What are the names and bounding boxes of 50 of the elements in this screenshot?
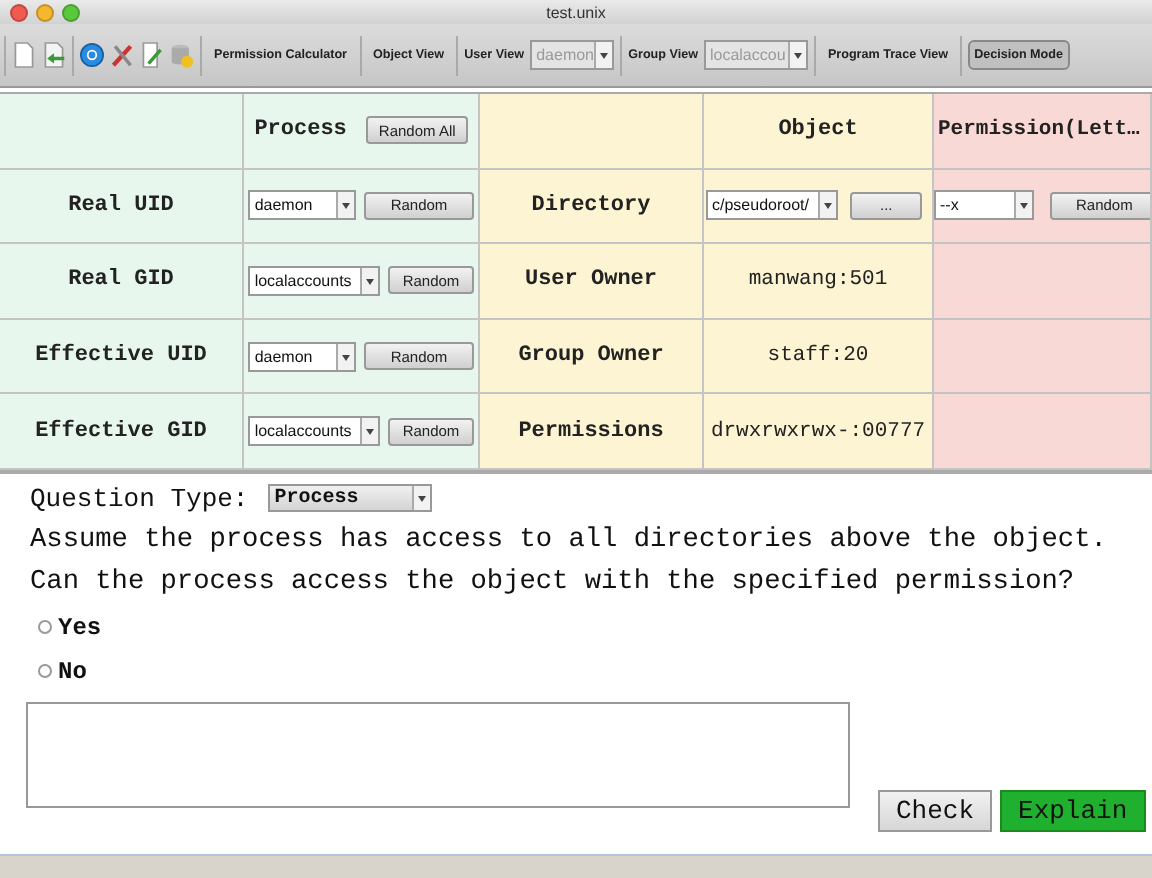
zoom-button[interactable] bbox=[62, 3, 80, 21]
caret-icon bbox=[1014, 192, 1032, 219]
row-label: Real GID bbox=[68, 268, 174, 293]
object-value: manwang:501 bbox=[748, 268, 888, 293]
target-icon[interactable] bbox=[80, 40, 104, 70]
row-label: Real UID bbox=[68, 193, 174, 218]
user-dropdown[interactable]: daemon bbox=[248, 341, 357, 372]
caret-icon bbox=[818, 192, 836, 219]
user-dropdown[interactable]: localaccounts bbox=[248, 265, 381, 296]
answer-box[interactable] bbox=[26, 701, 850, 808]
row-label: Group Owner bbox=[518, 344, 664, 369]
row-label: Effective GID bbox=[35, 419, 207, 444]
tools-icon[interactable] bbox=[110, 40, 134, 70]
caret-icon bbox=[360, 267, 379, 294]
caret-icon bbox=[594, 42, 613, 68]
document-icon[interactable] bbox=[12, 40, 36, 70]
column-header: Process bbox=[254, 118, 347, 143]
database-icon[interactable] bbox=[170, 40, 194, 70]
option-label: No bbox=[58, 657, 87, 686]
caret-icon bbox=[336, 192, 355, 219]
permission-dropdown[interactable]: --x bbox=[934, 190, 1034, 221]
option-label: Yes bbox=[58, 613, 102, 642]
user-dropdown[interactable]: daemon bbox=[248, 190, 357, 221]
caret-icon bbox=[360, 418, 379, 445]
column-header: Object bbox=[778, 118, 858, 143]
question-type-dropdown[interactable]: Process bbox=[268, 484, 433, 513]
radio-button[interactable] bbox=[38, 620, 52, 635]
question-text: Assume the process has access to all directories above the object. bbox=[30, 525, 1109, 556]
caret-icon bbox=[336, 343, 355, 370]
object-value: staff:20 bbox=[767, 344, 869, 369]
question-text: Can the process access the object with the specified permission? bbox=[30, 567, 1077, 598]
path-dropdown[interactable]: c/pseudoroot/ bbox=[706, 190, 838, 221]
question-type-label: Question Type: bbox=[30, 483, 249, 514]
column-header: Permission(Lett… bbox=[938, 118, 1140, 143]
check-button[interactable]: Check bbox=[878, 789, 993, 832]
radio-button[interactable] bbox=[38, 664, 52, 679]
minimize-button[interactable] bbox=[36, 3, 54, 21]
row-label: Permissions bbox=[518, 419, 664, 444]
row-label: User Owner bbox=[524, 268, 657, 293]
window-title: test.unix bbox=[546, 3, 606, 21]
close-button[interactable] bbox=[10, 3, 28, 21]
import-document-icon[interactable] bbox=[42, 40, 66, 70]
object-value: drwxrwxrwx-:00777 bbox=[710, 419, 926, 444]
caret-icon bbox=[412, 486, 431, 511]
explain-button[interactable]: Explain bbox=[1000, 789, 1146, 832]
edit-document-icon[interactable] bbox=[140, 40, 164, 70]
caret-icon bbox=[787, 42, 806, 68]
user-dropdown[interactable]: localaccounts bbox=[248, 416, 381, 447]
row-label: Directory bbox=[531, 193, 651, 218]
row-label: Effective UID bbox=[35, 344, 207, 369]
